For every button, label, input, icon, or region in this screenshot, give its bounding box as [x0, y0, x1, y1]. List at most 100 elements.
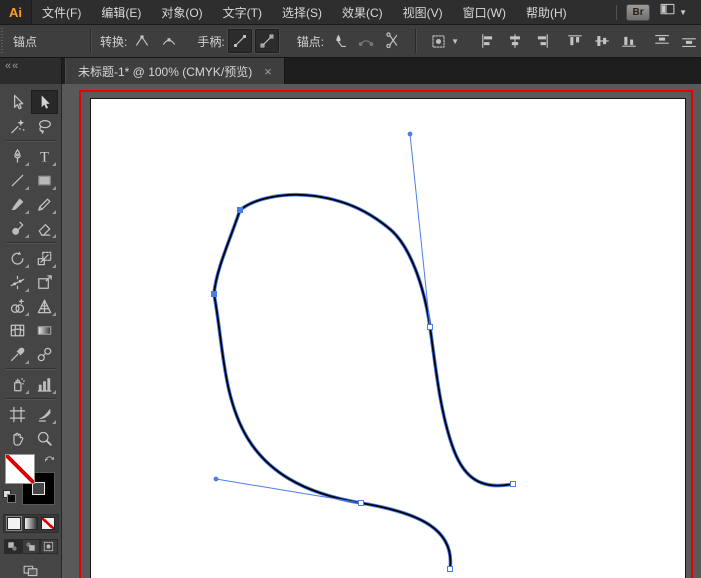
convert-button-group [127, 29, 181, 53]
button-gap [554, 29, 560, 53]
connect-endpoints-button[interactable] [354, 29, 378, 53]
selection-tool[interactable] [4, 90, 31, 114]
convert-to-smooth-button[interactable] [157, 29, 181, 53]
blend-tool[interactable] [31, 342, 58, 366]
tools-panel: T [0, 84, 62, 578]
isolate-caret-icon: ▼ [451, 36, 459, 46]
line-segment-tool[interactable] [4, 168, 31, 192]
tab-close-button[interactable]: × [264, 65, 272, 78]
paint-style-buttons [2, 514, 59, 533]
direction-handle-end[interactable] [213, 476, 219, 482]
align-bottom-button[interactable] [617, 29, 641, 53]
anchor-point-selected[interactable] [211, 291, 217, 297]
toolbar-collapse-button[interactable]: « « [0, 58, 62, 84]
draw-behind-button[interactable] [21, 539, 40, 554]
remove-anchor-button[interactable] [327, 29, 351, 53]
tool-flyout-indicator [24, 390, 29, 394]
menu-item-effect[interactable]: 效果(C) [332, 0, 393, 24]
eyedropper-tool[interactable] [4, 342, 31, 366]
bridge-button[interactable]: Br [626, 3, 651, 21]
isolate-selection-button[interactable]: ▼ [423, 29, 459, 53]
pencil-tool[interactable] [31, 192, 58, 216]
fill-color-swatch[interactable] [4, 454, 35, 484]
tool-flyout-indicator [51, 312, 56, 316]
perspective-grid-tool[interactable] [31, 294, 58, 318]
direct-selection-tool[interactable] [30, 90, 58, 114]
blob-brush-tool[interactable] [4, 216, 31, 240]
color-button[interactable] [6, 517, 21, 530]
tool-flyout-indicator [51, 234, 56, 238]
tool-flyout-indicator [51, 390, 56, 394]
anchor-point[interactable] [358, 500, 364, 506]
document-tab[interactable]: 未标题-1* @ 100% (CMYK/预览) × [65, 58, 285, 84]
control-bar-grip[interactable] [1, 28, 4, 54]
column-graph-tool[interactable] [31, 372, 58, 396]
anchor-point[interactable] [427, 324, 433, 330]
screen-mode-button[interactable] [22, 562, 39, 578]
slice-tool[interactable] [31, 402, 58, 426]
shape-builder-tool[interactable] [4, 294, 31, 318]
convert-to-corner-button[interactable] [130, 29, 154, 53]
menu-item-help[interactable]: 帮助(H) [516, 0, 577, 24]
anchor-point-selected[interactable] [237, 207, 243, 213]
mesh-tool[interactable] [4, 318, 31, 342]
default-fill-stroke-button[interactable] [2, 490, 17, 503]
anchor-point[interactable] [447, 566, 453, 572]
zoom-tool[interactable] [31, 426, 58, 450]
type-tool[interactable]: T [31, 144, 58, 168]
app-logo[interactable]: Ai [0, 0, 32, 24]
rotate-tool[interactable] [4, 246, 31, 270]
align-left-button[interactable] [476, 29, 500, 53]
align-center-button[interactable] [503, 29, 527, 53]
bezier-path[interactable] [213, 193, 514, 570]
workspace-caret-icon: ▼ [679, 7, 687, 17]
anchor-point[interactable] [510, 481, 516, 487]
handles-label: 手柄: [197, 34, 225, 49]
document-tab-bar: 未标题-1* @ 100% (CMYK/预览) × [62, 58, 701, 84]
swap-fill-stroke-button[interactable] [43, 454, 56, 472]
tool-flyout-indicator [51, 186, 56, 190]
menu-item-type[interactable]: 文字(T) [213, 0, 272, 24]
show-handles-button[interactable] [227, 29, 252, 53]
menu-item-edit[interactable]: 编辑(E) [91, 0, 151, 24]
menu-item-view[interactable]: 视图(V) [393, 0, 453, 24]
hide-handles-button[interactable] [254, 29, 279, 53]
distribute-center-button[interactable] [677, 29, 701, 53]
gradient-button[interactable] [23, 517, 38, 530]
gradient-tool[interactable] [31, 318, 58, 342]
paintbrush-tool[interactable] [4, 192, 31, 216]
tool-flyout-indicator [24, 264, 29, 268]
artboard-tool[interactable] [4, 402, 31, 426]
align-top-button[interactable] [563, 29, 587, 53]
menu-item-select[interactable]: 选择(S) [272, 0, 332, 24]
hand-tool[interactable] [4, 426, 31, 450]
fill-stroke-indicator [2, 454, 59, 510]
menu-item-window[interactable]: 窗口(W) [453, 0, 516, 24]
cut-path-button[interactable] [381, 29, 405, 53]
width-tool[interactable] [4, 270, 31, 294]
align-right-button[interactable] [530, 29, 554, 53]
canvas-area[interactable] [62, 84, 701, 578]
symbol-sprayer-tool[interactable] [4, 372, 31, 396]
tool-flyout-indicator [24, 210, 29, 214]
main-area: T [0, 84, 701, 578]
none-button[interactable] [40, 517, 55, 530]
control-bar: 锚点 转换: 手柄: 锚点: ▼ [0, 25, 701, 58]
align-middle-button[interactable] [590, 29, 614, 53]
pen-tool[interactable] [4, 144, 31, 168]
distribute-top-button[interactable] [650, 29, 674, 53]
magic-wand-tool[interactable] [4, 114, 31, 138]
direction-handle-end[interactable] [407, 131, 413, 137]
menu-item-file[interactable]: 文件(F) [32, 0, 91, 24]
rectangle-tool[interactable] [31, 168, 58, 192]
menu-item-object[interactable]: 对象(O) [151, 0, 212, 24]
workspace-switcher[interactable]: ▼ [659, 1, 687, 23]
draw-inside-button[interactable] [39, 539, 58, 554]
lasso-tool[interactable] [31, 114, 58, 138]
draw-normal-button[interactable] [3, 539, 22, 554]
free-transform-tool[interactable] [31, 270, 58, 294]
menu-separator [616, 4, 618, 20]
scale-tool[interactable] [31, 246, 58, 270]
eraser-tool[interactable] [31, 216, 58, 240]
document-tab-title: 未标题-1* @ 100% (CMYK/预览) [78, 64, 253, 79]
